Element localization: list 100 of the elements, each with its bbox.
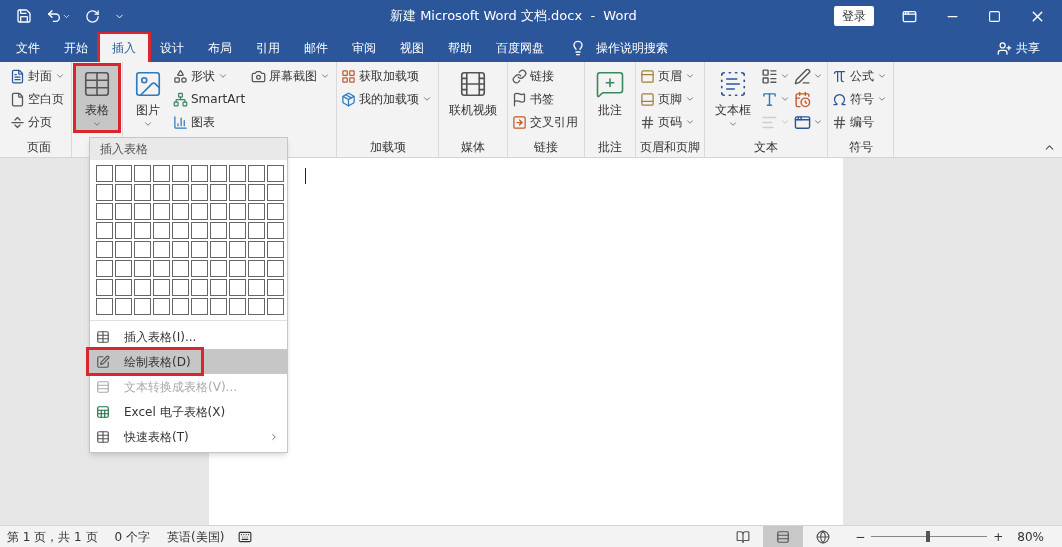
ribbon-button[interactable]: 符号 — [832, 89, 890, 109]
zoom-thumb[interactable] — [926, 531, 931, 542]
footer-icon — [640, 91, 656, 107]
page-count[interactable]: 第 1 页，共 1 页 — [7, 527, 98, 546]
save-icon[interactable] — [16, 8, 32, 24]
zoom-in-button[interactable]: + — [993, 527, 1004, 546]
ribbon-button[interactable]: 页码 — [640, 112, 698, 132]
flag-icon — [512, 91, 528, 107]
caret-icon — [877, 71, 888, 81]
menu-item[interactable]: 插入表格(I)... — [90, 324, 287, 349]
ribbon-button[interactable]: 空白页 — [10, 89, 67, 109]
ribbon-tab[interactable]: 百度网盘 — [484, 34, 556, 62]
letter-icon — [761, 90, 779, 108]
undo-icon[interactable] — [46, 8, 71, 24]
comment-icon — [595, 69, 626, 99]
ribbon-button[interactable]: 公式 — [832, 66, 890, 86]
caret-icon — [780, 94, 791, 104]
ribbon-button[interactable]: 交叉引用 — [512, 112, 581, 132]
ribbon-button[interactable]: 屏幕截图 — [251, 66, 333, 86]
ribbon-button[interactable]: 书签 — [512, 89, 581, 109]
ribbon-tab[interactable]: 帮助 — [436, 34, 484, 62]
text-cursor — [305, 168, 306, 184]
header-icon — [640, 68, 656, 84]
group-label: 符号 — [848, 139, 873, 156]
ribbon-button[interactable]: 联机视频 — [443, 66, 504, 130]
ribbon-button[interactable]: 文本框 — [709, 66, 758, 130]
caret-icon — [320, 71, 331, 81]
rows-icon — [776, 529, 791, 544]
caret-icon — [685, 94, 696, 104]
caret-icon — [728, 119, 739, 129]
ribbon-tab[interactable]: 审阅 — [340, 34, 388, 62]
ribbon-button[interactable]: 封面 — [10, 66, 67, 86]
ribbon-button[interactable]: 分页 — [10, 112, 67, 132]
pen-square-icon — [96, 354, 110, 369]
zoom-out-button[interactable]: − — [855, 527, 866, 546]
ribbon-tab[interactable]: 插入 — [100, 34, 148, 62]
ribbon-tab[interactable]: 布局 — [196, 34, 244, 62]
zoom-percent[interactable]: 80% — [1017, 527, 1044, 546]
caret-icon — [780, 117, 791, 127]
ribbon-display-icon[interactable] — [902, 8, 917, 24]
caret-icon — [92, 119, 102, 129]
group-label: 批注 — [598, 139, 623, 156]
ribbon-button[interactable]: 获取加载项 — [341, 66, 435, 86]
ribbon-button[interactable]: 我的加载项 — [341, 89, 435, 109]
sign-in-button[interactable]: 登录 — [834, 6, 874, 26]
ribbon-button[interactable]: SmartArt — [173, 89, 248, 109]
share-button[interactable]: 共享 — [1016, 39, 1040, 57]
group-label: 链接 — [534, 139, 559, 156]
ribbon-tab[interactable]: 引用 — [244, 34, 292, 62]
ribbon-tab[interactable]: 邮件 — [292, 34, 340, 62]
caret-icon — [877, 94, 888, 104]
caret-icon — [143, 119, 153, 129]
caret-icon — [218, 71, 228, 81]
rows-icon — [96, 379, 110, 394]
keyboard-icon[interactable] — [238, 529, 253, 544]
hash-icon — [832, 114, 848, 130]
globe-icon — [816, 529, 831, 544]
table-icon — [96, 329, 110, 344]
chart-icon — [173, 114, 188, 130]
ribbon-button[interactable]: 页脚 — [640, 89, 698, 109]
view-button[interactable] — [763, 526, 804, 547]
ribbon-tab[interactable]: 设计 — [148, 34, 196, 62]
language-status[interactable]: 英语(美国) — [167, 527, 225, 546]
menu-item[interactable]: Excel 电子表格(X) — [90, 399, 287, 424]
camera-icon — [251, 68, 267, 84]
caret-icon — [813, 71, 824, 81]
smartart-icon — [173, 91, 188, 107]
caret-icon — [55, 71, 65, 81]
maximize-icon[interactable] — [988, 9, 1001, 23]
ribbon-button[interactable]: 编号 — [832, 112, 890, 132]
ribbon-button[interactable]: 页眉 — [640, 66, 698, 86]
redo-icon[interactable] — [85, 8, 100, 24]
spreadsheet-icon — [96, 404, 110, 419]
ribbon-tab[interactable]: 文件 — [4, 34, 52, 62]
window-icon — [794, 113, 812, 131]
word-count[interactable]: 0 个字 — [114, 527, 150, 546]
caret-icon — [685, 117, 696, 127]
ribbon-button[interactable]: 表格 — [76, 66, 118, 130]
menu-header: 插入表格 — [90, 138, 287, 160]
ribbon-tab[interactable]: 开始 — [52, 34, 100, 62]
hash-icon — [640, 114, 656, 130]
zoom-slider[interactable] — [871, 530, 988, 543]
ribbon-button[interactable]: 图表 — [173, 112, 248, 132]
ribbon-button[interactable]: 形状 — [173, 66, 248, 86]
tell-me-search[interactable]: 操作说明搜索 — [596, 39, 668, 57]
picture-icon — [133, 69, 163, 99]
ribbon-tab[interactable]: 视图 — [388, 34, 436, 62]
ribbon-icon-button[interactable] — [794, 66, 824, 86]
shapes-icon — [173, 68, 188, 84]
package-icon — [341, 91, 357, 107]
ribbon-button[interactable]: 图片 — [127, 66, 169, 130]
ribbon-button[interactable]: 批注 — [589, 66, 632, 130]
ribbon-button[interactable]: 链接 — [512, 66, 581, 86]
ribbon-icon-button[interactable] — [761, 66, 791, 86]
group-label: 页眉和页脚 — [640, 139, 701, 156]
group-label: 媒体 — [461, 139, 486, 156]
menu-item[interactable]: 快速表格(T) — [90, 424, 287, 449]
group-label: 加载项 — [369, 139, 406, 156]
file-text-icon — [10, 68, 25, 84]
window-title: 新建 Microsoft Word 文档.docx - Word — [390, 7, 637, 26]
